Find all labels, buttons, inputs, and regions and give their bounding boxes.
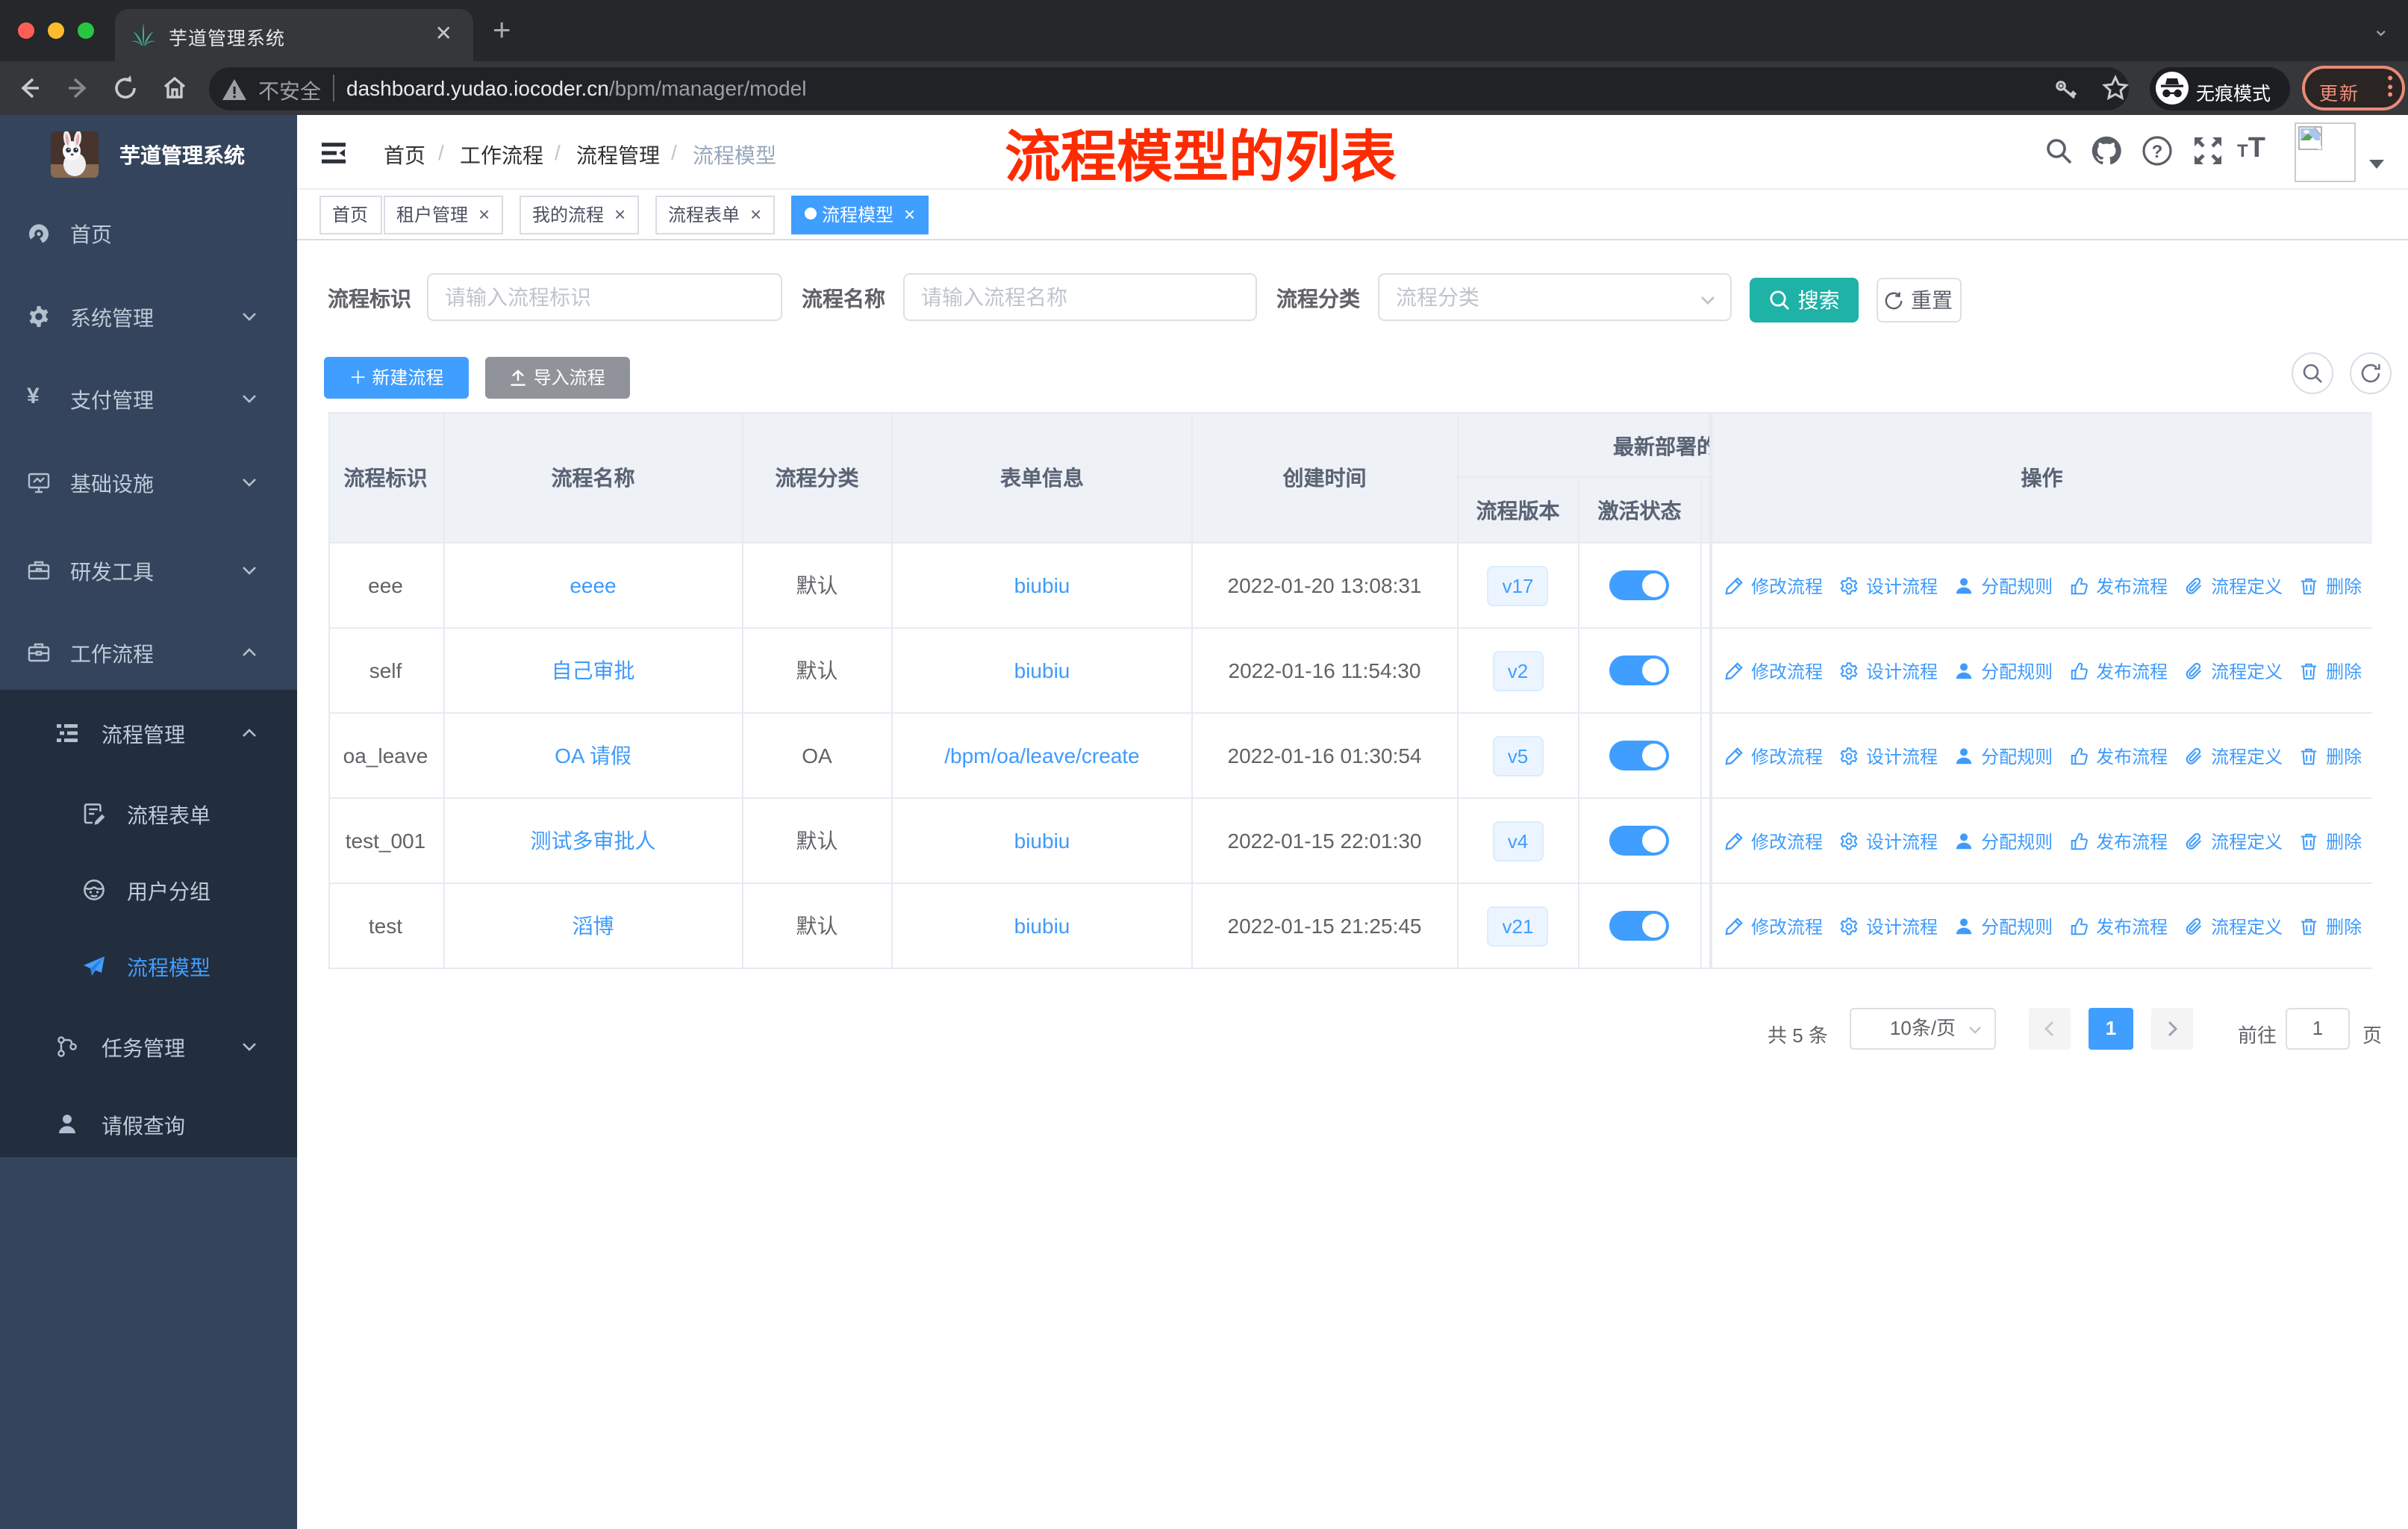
svg-text:?: ? (2151, 142, 2162, 162)
